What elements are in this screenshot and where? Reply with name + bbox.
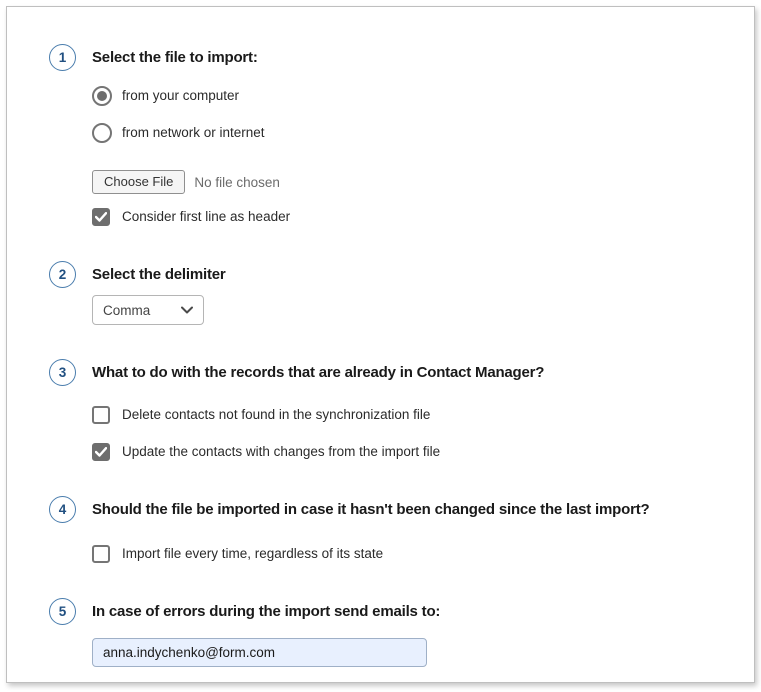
radio-from-computer-label: from your computer [122,86,239,106]
checkbox-import-every-time[interactable]: Import file every time, regardless of it… [92,544,736,564]
radio-from-network-label: from network or internet [122,123,265,143]
error-email-input[interactable] [92,638,427,667]
step-3-existing-records: 3 What to do with the records that are a… [49,359,736,462]
radio-dot-icon [97,91,107,101]
file-picker: Choose File No file chosen [92,170,736,194]
chevron-down-icon [181,306,193,314]
radio-button-icon[interactable] [92,86,112,106]
step-1-number-badge: 1 [49,44,76,71]
checkbox-update-contacts-label: Update the contacts with changes from th… [122,442,440,462]
step-1-select-file: 1 Select the file to import: from your c… [49,44,736,227]
file-status-text: No file chosen [194,175,280,190]
checkmark-icon [95,212,107,222]
delimiter-select-value: Comma [103,303,150,318]
checkbox-import-every-time-label: Import file every time, regardless of it… [122,544,383,564]
choose-file-button[interactable]: Choose File [92,170,185,194]
step-4-number-badge: 4 [49,496,76,523]
radio-from-computer[interactable]: from your computer [92,86,736,106]
step-5-title: In case of errors during the import send… [92,598,736,625]
step-3-title: What to do with the records that are alr… [92,359,736,386]
import-settings-panel: 1 Select the file to import: from your c… [6,6,755,683]
checkbox-update-contacts[interactable]: Update the contacts with changes from th… [92,442,736,462]
step-4-unchanged-file: 4 Should the file be imported in case it… [49,496,736,564]
step-5-error-emails: 5 In case of errors during the import se… [49,598,736,667]
step-4-title: Should the file be imported in case it h… [92,496,736,523]
checkmark-icon [95,447,107,457]
checkbox-delete-contacts-label: Delete contacts not found in the synchro… [122,405,430,425]
step-1-title: Select the file to import: [92,44,736,71]
radio-from-network[interactable]: from network or internet [92,123,736,143]
step-5-number-badge: 5 [49,598,76,625]
checkbox-icon[interactable] [92,443,110,461]
delimiter-select[interactable]: Comma [92,295,204,325]
step-2-title: Select the delimiter [92,261,736,288]
step-3-number-badge: 3 [49,359,76,386]
checkbox-icon[interactable] [92,545,110,563]
checkbox-icon[interactable] [92,406,110,424]
step-2-select-delimiter: 2 Select the delimiter Comma [49,261,736,325]
checkbox-first-line-header-label: Consider first line as header [122,207,290,227]
checkbox-icon[interactable] [92,208,110,226]
step-2-number-badge: 2 [49,261,76,288]
checkbox-delete-contacts[interactable]: Delete contacts not found in the synchro… [92,405,736,425]
checkbox-first-line-header[interactable]: Consider first line as header [92,207,736,227]
radio-button-icon[interactable] [92,123,112,143]
